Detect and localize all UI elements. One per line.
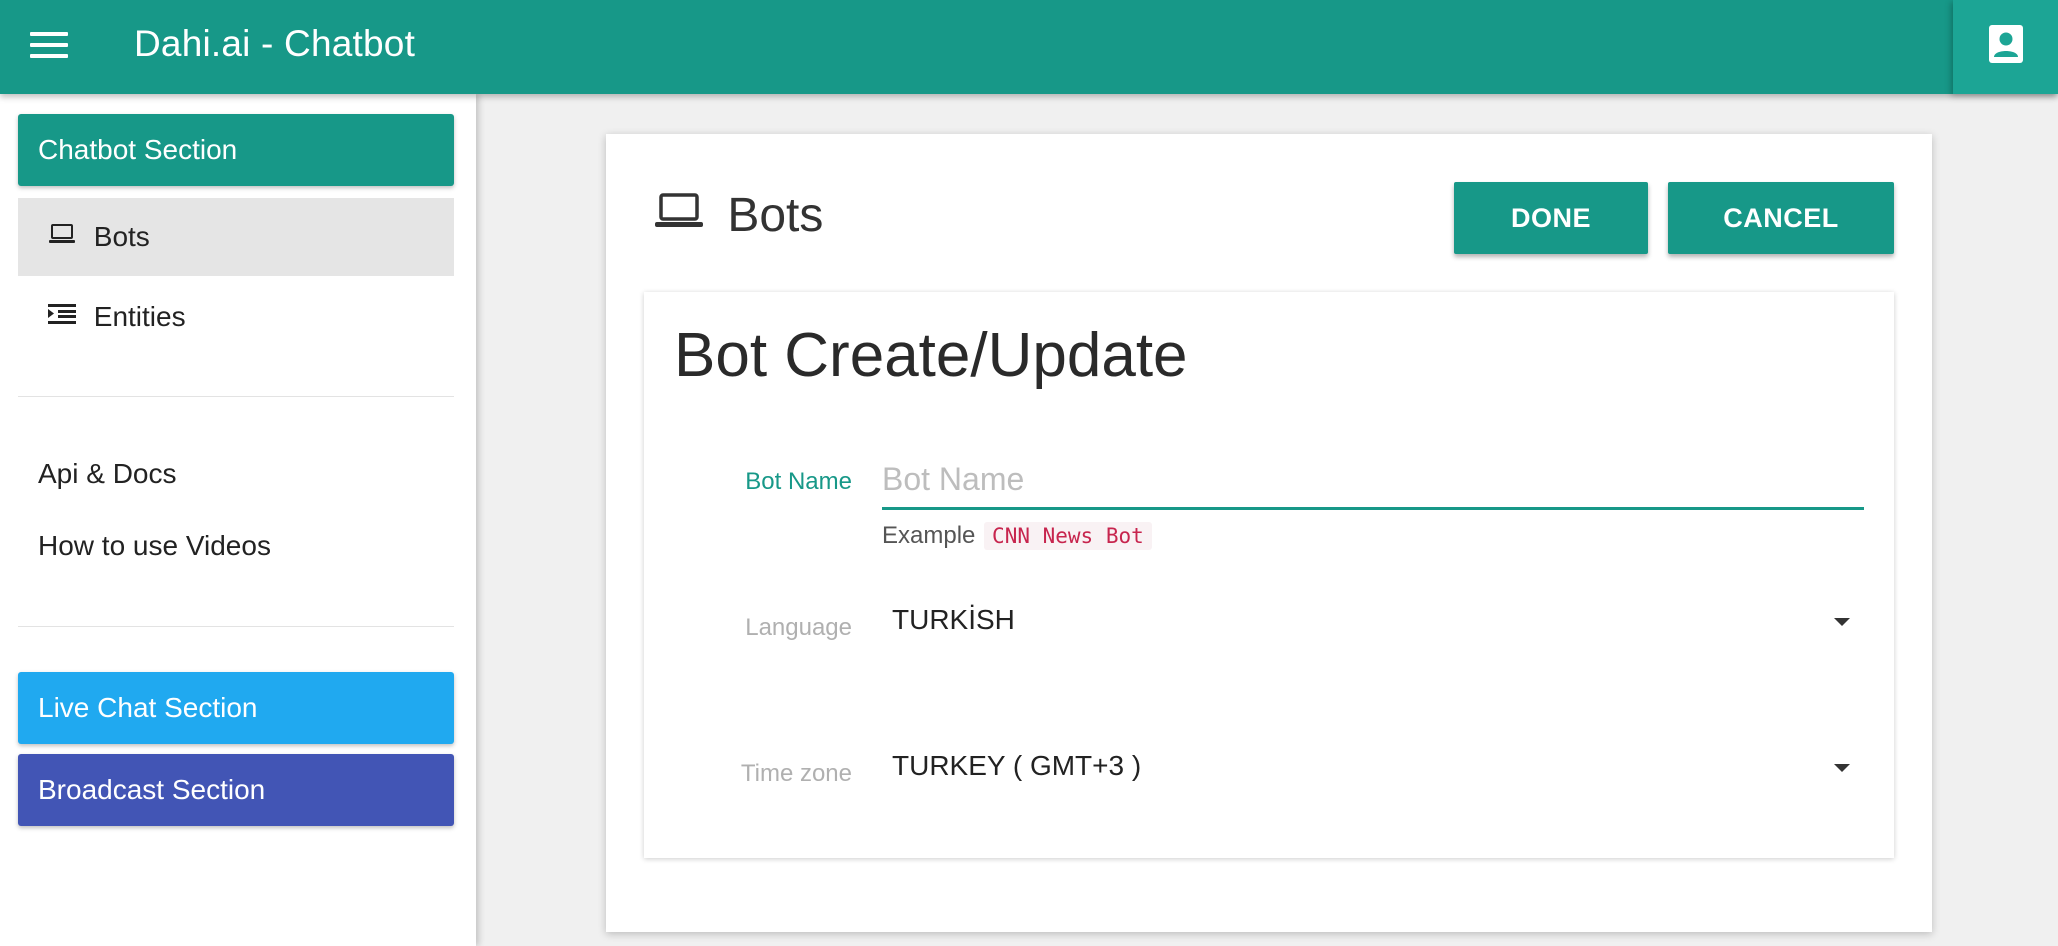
laptop-icon xyxy=(654,187,704,242)
bot-name-input[interactable] xyxy=(882,452,1864,510)
bot-name-hint: Example CNN News Bot xyxy=(882,522,1152,550)
top-app-bar: Dahi.ai - Chatbot xyxy=(0,0,2058,94)
sidebar-divider xyxy=(18,396,454,397)
api-docs-link[interactable]: Api & Docs xyxy=(38,458,177,490)
app-title: Dahi.ai - Chatbot xyxy=(134,23,416,64)
sidebar-item-entities[interactable]: Entities xyxy=(18,278,454,356)
account-button[interactable] xyxy=(1953,0,2058,94)
hamburger-menu-icon[interactable] xyxy=(30,30,70,60)
sidebar-item-bots[interactable]: Bots xyxy=(18,198,454,276)
hint-example: CNN News Bot xyxy=(984,522,1152,550)
form-title: Bot Create/Update xyxy=(674,321,1188,390)
page-title: Bots xyxy=(654,188,823,246)
sidebar-item-label: Entities xyxy=(93,301,186,332)
main-card: Bots DONE CANCEL Bot Create/Update Bot N… xyxy=(606,134,1932,932)
timezone-value: TURKEY ( GMT+3 ) xyxy=(892,750,1142,781)
sidebar: Chatbot Section Bots Entities Api & Docs… xyxy=(0,94,476,946)
live-chat-section-button[interactable]: Live Chat Section xyxy=(18,672,454,744)
dropdown-caret-icon xyxy=(1834,764,1850,772)
language-select[interactable]: TURKİSH xyxy=(882,592,1864,652)
account-box-icon xyxy=(1989,25,2023,63)
timezone-label: Time zone xyxy=(740,760,852,787)
hint-prefix: Example xyxy=(882,522,976,549)
bot-form-card: Bot Create/Update Bot Name Example CNN N… xyxy=(644,292,1894,858)
sidebar-item-label: Bots xyxy=(93,221,150,252)
how-to-videos-link[interactable]: How to use Videos xyxy=(38,530,271,562)
page-title-text: Bots xyxy=(727,189,824,242)
dropdown-caret-icon xyxy=(1834,618,1850,626)
language-label: Language xyxy=(745,614,852,641)
broadcast-section-button[interactable]: Broadcast Section xyxy=(18,754,454,826)
format-indent-icon xyxy=(48,277,76,355)
sidebar-divider xyxy=(18,626,454,627)
chatbot-section-button[interactable]: Chatbot Section xyxy=(18,114,454,186)
bot-name-label: Bot Name xyxy=(745,468,852,495)
timezone-select[interactable]: TURKEY ( GMT+3 ) xyxy=(882,738,1864,798)
language-value: TURKİSH xyxy=(892,604,1015,635)
cancel-button[interactable]: CANCEL xyxy=(1668,182,1894,254)
done-button[interactable]: DONE xyxy=(1454,182,1648,254)
laptop-icon xyxy=(48,197,76,275)
